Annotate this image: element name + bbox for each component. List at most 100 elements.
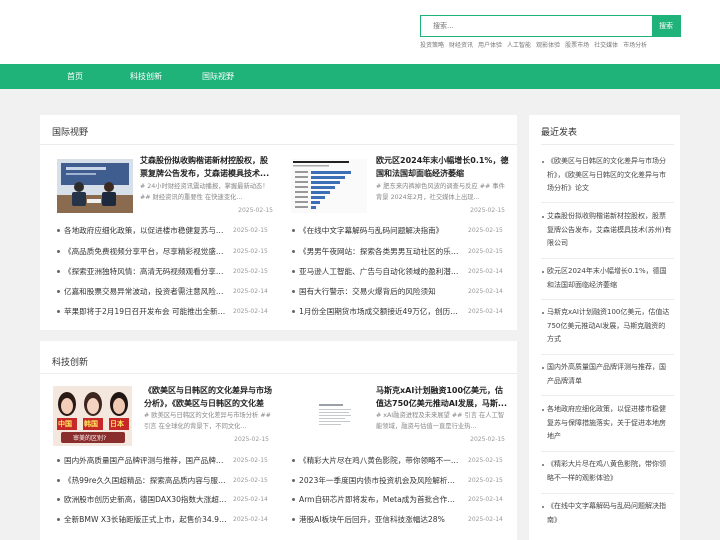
sidebar-item[interactable]: 国内外高质量国产品牌评测与推荐，国产品牌清单	[542, 361, 672, 388]
list-item-title[interactable]: 全新BMW X3长轴距版正式上市，起售价34.99...	[64, 514, 227, 526]
divider	[541, 451, 674, 452]
article-thumbnail-poster[interactable]: 中国 韩国 日本 审美的区别?	[53, 386, 132, 446]
nav-international[interactable]: 国际视野	[202, 64, 234, 89]
list-item-date: 2025-02-14	[468, 516, 503, 523]
sidebar-item[interactable]: 《精彩大片尽在鸡八黄色影院，带你领略不一样的观影体验》	[542, 458, 672, 485]
bullet	[292, 310, 295, 313]
list-item[interactable]: 《探索亚洲独特风情：高清无码视频观看分享平... 2025-02-15	[57, 266, 271, 278]
search-button[interactable]: 搜索	[652, 16, 680, 36]
article-title[interactable]: 马斯克xAI计划融资100亿美元，估值达750亿美元推动AI发展，马斯...	[376, 385, 509, 410]
bullet	[542, 506, 544, 508]
list-item-title[interactable]: 亚马逊人工智能、广告与自动化领域的盈利潜力...	[299, 266, 462, 278]
list-item[interactable]: Arm自研芯片即将发布，Meta成为首批合作客户... 2025-02-14	[292, 494, 506, 506]
list-item[interactable]: 《精彩大片尽在鸡八黄色影院，带你领略不一样... 2025-02-15	[292, 455, 506, 467]
list-item[interactable]: 《热99re久久国超精品：探索高品质内容与服务... 2025-02-15	[57, 475, 271, 487]
sidebar-item[interactable]: 欧元区2024年末小幅增长0.1%，德国和法国却面临经济萎缩	[542, 265, 672, 292]
list-item[interactable]: 苹果即将于2月19日召开发布会 可能推出全新iP... 2025-02-14	[57, 306, 271, 318]
hot-keyword-link[interactable]: 投资策略	[420, 42, 444, 49]
bullet	[57, 518, 60, 521]
sidebar-item-label[interactable]: 各地政府应细化政策，以促进楼市稳健复苏与保障措施落实，关于促进本地房地产	[547, 405, 666, 440]
nav-home[interactable]: 首页	[67, 64, 83, 89]
list-item-date: 2025-02-15	[233, 457, 268, 464]
sidebar-item-label[interactable]: 艾森股份拟收购楷诺新材控股权，股票复牌公告发布，艾森诺模具技术(苏州)有限公司	[547, 212, 671, 247]
article-date: 2025-02-15	[470, 207, 505, 214]
divider	[541, 202, 674, 203]
list-item[interactable]: 欧洲股市创历史新高，德国DAX30指数大涨超2% 2025-02-14	[57, 494, 271, 506]
hot-keyword-link[interactable]: 股票市场	[565, 42, 589, 49]
list-item[interactable]: 全新BMW X3长轴距版正式上市，起售价34.99... 2025-02-14	[57, 514, 271, 526]
divider	[541, 395, 674, 396]
bullet	[292, 459, 295, 462]
list-item-title[interactable]: 苹果即将于2月19日召开发布会 可能推出全新iP...	[64, 306, 227, 318]
divider	[541, 258, 674, 259]
article-title[interactable]: 欧元区2024年末小幅增长0.1%，德国和法国却面临经济萎缩	[376, 155, 509, 180]
list-item-title[interactable]: Arm自研芯片即将发布，Meta成为首批合作客户...	[299, 494, 462, 506]
hot-keyword-link[interactable]: 财经资讯	[449, 42, 473, 49]
bullet	[57, 290, 60, 293]
list-item[interactable]: 1月份全国期货市场成交额接近49万亿，创历史... 2025-02-14	[292, 306, 506, 318]
hot-keyword-link[interactable]: 用户体验	[478, 42, 502, 49]
poster-label: 中国	[58, 420, 72, 428]
list-item[interactable]: 《男男午夜网站：探索各类男男互动社区的乐趣... 2025-02-15	[292, 246, 506, 258]
list-item-title[interactable]: 《高品质免费视频分享平台，尽享精彩视觉盛宴...	[64, 246, 227, 258]
hot-keyword-link[interactable]: 观影体验	[536, 42, 560, 49]
bullet	[542, 409, 544, 411]
search-input[interactable]	[421, 16, 654, 36]
list-item-date: 2025-02-14	[468, 308, 503, 315]
sidebar-item-label[interactable]: 马斯克xAI计划融资100亿美元，估值达750亿美元推动AI发展，马斯克融资的方…	[547, 308, 669, 343]
sidebar-item[interactable]: 马斯克xAI计划融资100亿美元，估值达750亿美元推动AI发展，马斯克融资的方…	[542, 306, 672, 347]
list-item[interactable]: 港股AI板块午后回升，亚信科技涨幅达28% 2025-02-14	[292, 514, 506, 526]
list-item-title[interactable]: 《精彩大片尽在鸡八黄色影院，带你领略不一样...	[299, 455, 462, 467]
article-thumbnail-signing-photo[interactable]	[57, 159, 133, 213]
sidebar-item-label[interactable]: 《欧美区与日韩区的文化差异与市场分析》，《欧美区与日韩区的文化差异与市场分析》论…	[547, 157, 666, 192]
sidebar-item[interactable]: 艾森股份拟收购楷诺新材控股权，股票复牌公告发布，艾森诺模具技术(苏州)有限公司	[542, 210, 672, 251]
list-item[interactable]: 亚马逊人工智能、广告与自动化领域的盈利潜力... 2025-02-14	[292, 266, 506, 278]
article-title[interactable]: 《欧美区与日韩区的文化差异与市场分析》，《欧美区与日韩区的文化差异...	[144, 385, 277, 410]
list-item[interactable]: 各地政府应细化政策，以促进楼市稳健复苏与保障... 2025-02-15	[57, 225, 271, 237]
article-thumbnail-document[interactable]	[291, 386, 370, 446]
bullet	[57, 250, 60, 253]
sidebar-item[interactable]: 《欧美区与日韩区的文化差异与市场分析》，《欧美区与日韩区的文化差异与市场分析》论…	[542, 155, 672, 196]
list-item-title[interactable]: 《在线中文字幕解码与乱码问题解决指南》	[299, 225, 462, 237]
sidebar-item[interactable]: 《在线中文字幕解码与乱码问题解决指南》	[542, 500, 672, 527]
list-item[interactable]: 《高品质免费视频分享平台，尽享精彩视觉盛宴... 2025-02-15	[57, 246, 271, 258]
list-item[interactable]: 2023年一季度国内债市投资机会及风险解析，2... 2025-02-15	[292, 475, 506, 487]
list-item[interactable]: 亿嘉和股票交易异常波动，投资者需注意风险提... 2025-02-14	[57, 286, 271, 298]
bullet	[292, 518, 295, 521]
list-item[interactable]: 《在线中文字幕解码与乱码问题解决指南》 2025-02-15	[292, 225, 506, 237]
nav-tech-innovation[interactable]: 科技创新	[130, 64, 162, 89]
hot-keywords: 投资策略 财经资讯 用户体验 人工智能 观影体验 股票市场 社交媒体 市场分析	[420, 40, 690, 49]
article-thumbnail-chart-image[interactable]	[291, 159, 367, 213]
bullet	[542, 464, 544, 466]
bullet	[542, 161, 544, 163]
hot-keyword-link[interactable]: 人工智能	[507, 42, 531, 49]
bullet	[292, 270, 295, 273]
list-item-title[interactable]: 港股AI板块午后回升，亚信科技涨幅达28%	[299, 514, 462, 526]
sidebar-item[interactable]: 各地政府应细化政策，以促进楼市稳健复苏与保障措施落实，关于促进本地房地产	[542, 403, 672, 444]
list-item[interactable]: 国有大行警示：交易火爆背后的风险须知 2025-02-14	[292, 286, 506, 298]
list-item-title[interactable]: 欧洲股市创历史新高，德国DAX30指数大涨超2%	[64, 494, 227, 506]
list-item-title[interactable]: 各地政府应细化政策，以促进楼市稳健复苏与保障...	[64, 225, 227, 237]
list-item[interactable]: 国内外高质量国产品牌评测与推荐，国产品牌清单 2025-02-15	[57, 455, 271, 467]
list-item-date: 2025-02-15	[233, 477, 268, 484]
list-item-title[interactable]: 国有大行警示：交易火爆背后的风险须知	[299, 286, 462, 298]
list-item-title[interactable]: 《热99re久久国超精品：探索高品质内容与服务...	[64, 475, 227, 487]
bullet	[292, 479, 295, 482]
list-item-date: 2025-02-15	[233, 227, 268, 234]
article-title[interactable]: 艾森股份拟收购楷诺新材控股权，股票复牌公告发布，艾森诺模具技术...	[140, 155, 273, 180]
hot-keyword-link[interactable]: 社交媒体	[594, 42, 618, 49]
divider	[40, 144, 517, 145]
bullet	[57, 229, 60, 232]
list-item-title[interactable]: 1月份全国期货市场成交额接近49万亿，创历史...	[299, 306, 462, 318]
list-item-date: 2025-02-14	[468, 288, 503, 295]
sidebar-item-label[interactable]: 《精彩大片尽在鸡八黄色影院，带你领略不一样的观影体验》	[547, 460, 666, 482]
sidebar-item-label[interactable]: 欧元区2024年末小幅增长0.1%，德国和法国却面临经济萎缩	[547, 267, 667, 289]
list-item-title[interactable]: 国内外高质量国产品牌评测与推荐，国产品牌清单	[64, 455, 227, 467]
list-item-title[interactable]: 2023年一季度国内债市投资机会及风险解析，2...	[299, 475, 462, 487]
sidebar-item-label[interactable]: 《在线中文字幕解码与乱码问题解决指南》	[547, 502, 666, 524]
list-item-title[interactable]: 《男男午夜网站：探索各类男男互动社区的乐趣...	[299, 246, 462, 258]
list-item-title[interactable]: 《探索亚洲独特风情：高清无码视频观看分享平...	[64, 266, 227, 278]
list-item-title[interactable]: 亿嘉和股票交易异常波动，投资者需注意风险提...	[64, 286, 227, 298]
sidebar-item-label[interactable]: 国内外高质量国产品牌评测与推荐，国产品牌清单	[547, 363, 666, 385]
hot-keyword-link[interactable]: 市场分析	[623, 42, 647, 49]
